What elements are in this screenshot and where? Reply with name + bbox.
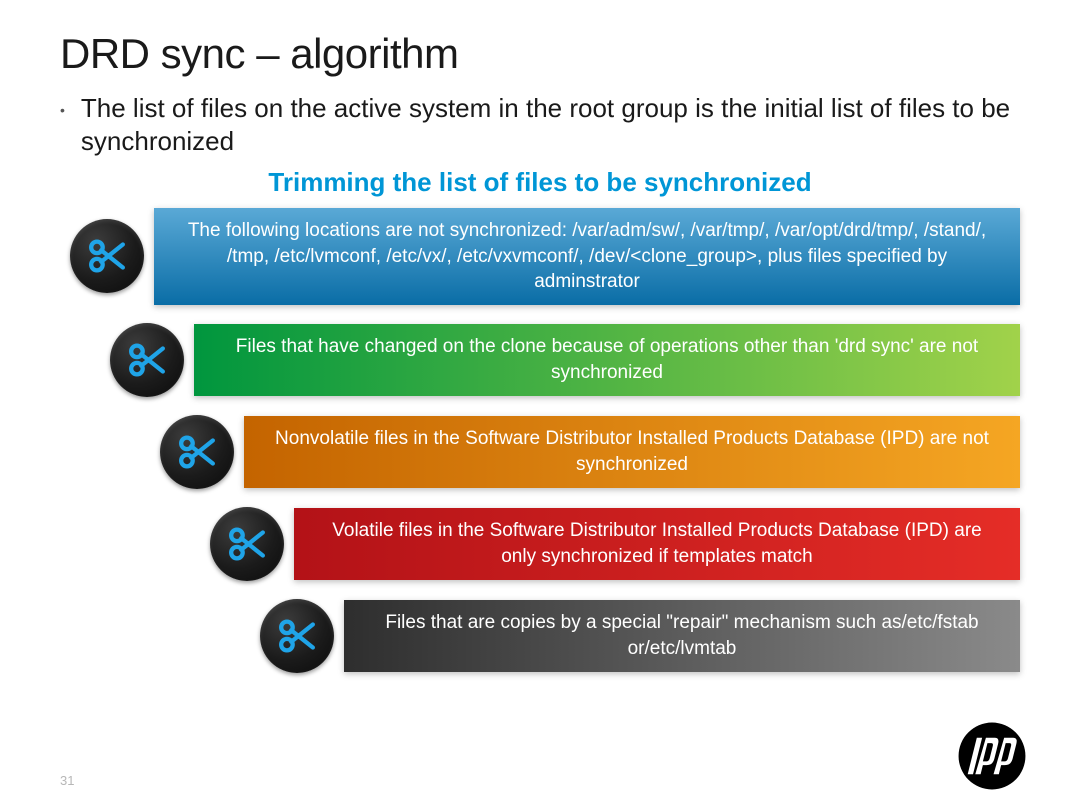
bar-row-2: Files that have changed on the clone bec… <box>60 323 1020 397</box>
hp-logo-icon <box>954 718 1030 794</box>
bar-locations-not-synced: The following locations are not synchron… <box>154 208 1020 305</box>
bullet-marker: • <box>60 102 65 120</box>
scissors-icon <box>70 219 144 293</box>
slide-content: DRD sync – algorithm • The list of files… <box>0 0 1080 673</box>
scissors-icon <box>160 415 234 489</box>
bar-row-4: Volatile files in the Software Distribut… <box>60 507 1020 581</box>
scissors-icon <box>260 599 334 673</box>
bar-row-3: Nonvolatile files in the Software Distri… <box>60 415 1020 489</box>
scissors-icon <box>110 323 184 397</box>
bar-changed-on-clone: Files that have changed on the clone bec… <box>194 324 1020 395</box>
slide-title: DRD sync – algorithm <box>60 30 1020 78</box>
bullet-point: • The list of files on the active system… <box>60 92 1020 157</box>
scissors-icon <box>210 507 284 581</box>
page-number: 31 <box>60 773 74 788</box>
diagram-subtitle: Trimming the list of files to be synchro… <box>60 167 1020 198</box>
trimming-bars: The following locations are not synchron… <box>60 208 1020 673</box>
bar-row-1: The following locations are not synchron… <box>60 208 1020 305</box>
bar-row-5: Files that are copies by a special "repa… <box>60 599 1020 673</box>
bar-volatile-ipd: Volatile files in the Software Distribut… <box>294 508 1020 579</box>
bullet-text: The list of files on the active system i… <box>81 92 1020 157</box>
bar-nonvolatile-ipd: Nonvolatile files in the Software Distri… <box>244 416 1020 487</box>
bar-repair-copies: Files that are copies by a special "repa… <box>344 600 1020 671</box>
